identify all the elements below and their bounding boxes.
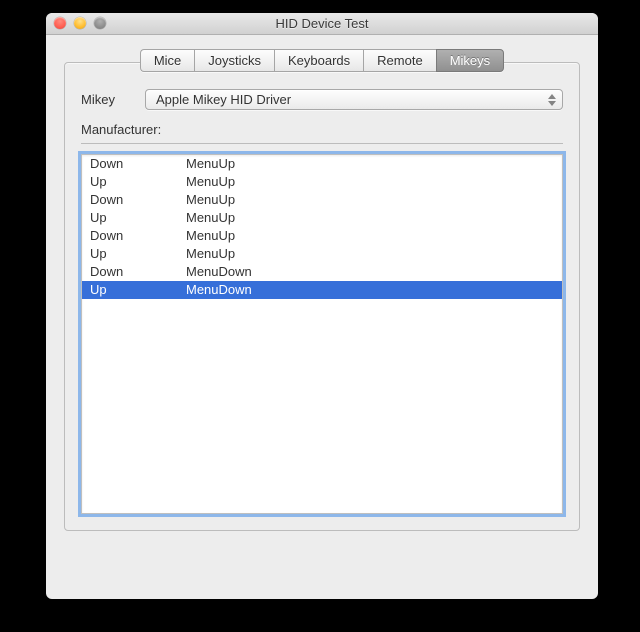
event-code: MenuUp: [186, 155, 554, 173]
list-item[interactable]: UpMenuUp: [82, 245, 562, 263]
event-code: MenuUp: [186, 209, 554, 227]
event-code: MenuUp: [186, 245, 554, 263]
event-state: Down: [90, 155, 186, 173]
titlebar[interactable]: HID Device Test: [46, 13, 598, 35]
event-state: Down: [90, 227, 186, 245]
mikey-popup-value: Apple Mikey HID Driver: [156, 92, 291, 107]
list-item[interactable]: UpMenuUp: [82, 209, 562, 227]
tab-mice[interactable]: Mice: [140, 49, 194, 72]
tab-bar: MiceJoysticksKeyboardsRemoteMikeys: [64, 49, 580, 72]
minimize-icon[interactable]: [74, 17, 86, 29]
event-state: Up: [90, 209, 186, 227]
tab-mikeys[interactable]: Mikeys: [436, 49, 504, 72]
event-list[interactable]: DownMenuUpUpMenuUpDownMenuUpUpMenuUpDown…: [81, 154, 563, 514]
event-state: Up: [90, 281, 186, 299]
event-state: Up: [90, 173, 186, 191]
list-item[interactable]: UpMenuDown: [82, 281, 562, 299]
tab-remote[interactable]: Remote: [363, 49, 436, 72]
window-title: HID Device Test: [276, 16, 369, 31]
mikey-label: Mikey: [81, 92, 127, 107]
tab-panel-mikeys: Mikey Apple Mikey HID Driver Manufacture…: [64, 62, 580, 531]
mikey-popup[interactable]: Apple Mikey HID Driver: [145, 89, 563, 110]
manufacturer-label: Manufacturer:: [81, 122, 161, 137]
list-item[interactable]: DownMenuDown: [82, 263, 562, 281]
event-code: MenuUp: [186, 191, 554, 209]
event-state: Down: [90, 263, 186, 281]
separator: [81, 143, 563, 144]
tab-keyboards[interactable]: Keyboards: [274, 49, 363, 72]
zoom-icon[interactable]: [94, 17, 106, 29]
event-code: MenuUp: [186, 173, 554, 191]
event-code: MenuDown: [186, 281, 554, 299]
app-window: HID Device Test MiceJoysticksKeyboardsRe…: [46, 13, 598, 599]
window-content: MiceJoysticksKeyboardsRemoteMikeys Mikey…: [46, 35, 598, 549]
list-item[interactable]: DownMenuUp: [82, 191, 562, 209]
traffic-lights: [54, 17, 106, 29]
event-state: Down: [90, 191, 186, 209]
list-item[interactable]: DownMenuUp: [82, 227, 562, 245]
event-state: Up: [90, 245, 186, 263]
list-item[interactable]: DownMenuUp: [82, 155, 562, 173]
mikey-row: Mikey Apple Mikey HID Driver: [81, 89, 563, 110]
manufacturer-row: Manufacturer:: [81, 122, 563, 137]
event-code: MenuDown: [186, 263, 554, 281]
event-code: MenuUp: [186, 227, 554, 245]
close-icon[interactable]: [54, 17, 66, 29]
popup-arrows-icon: [548, 94, 556, 106]
tab-joysticks[interactable]: Joysticks: [194, 49, 274, 72]
list-item[interactable]: UpMenuUp: [82, 173, 562, 191]
